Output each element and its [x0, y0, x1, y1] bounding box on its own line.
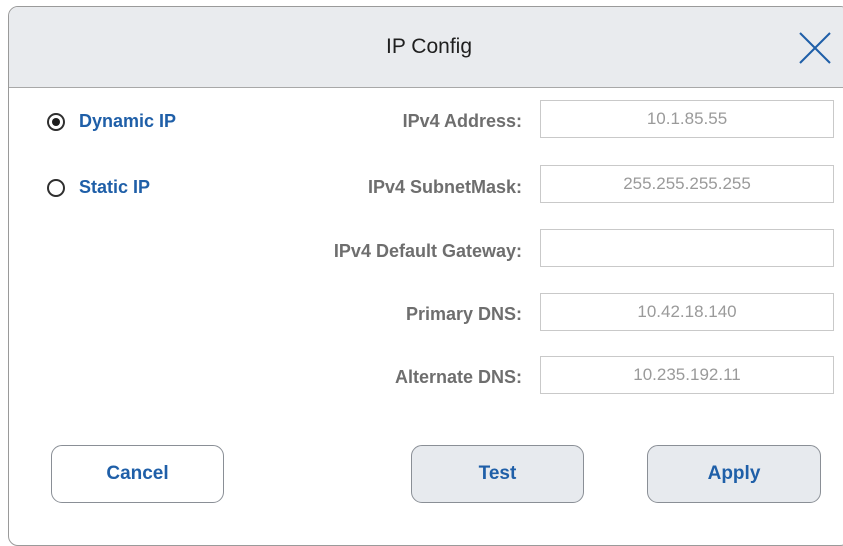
ipv4-subnetmask-field[interactable] — [540, 165, 834, 203]
alternate-dns-field[interactable] — [540, 356, 834, 394]
radio-static-ip[interactable]: Static IP — [47, 177, 150, 198]
primary-dns-label: Primary DNS: — [405, 304, 522, 324]
ipv4-default-gateway-label: IPv4 Default Gateway: — [333, 241, 522, 261]
primary-dns-field[interactable] — [540, 293, 834, 331]
close-icon[interactable] — [796, 29, 834, 67]
radio-unchecked-icon — [47, 178, 65, 197]
dialog-title: IP Config — [386, 35, 472, 58]
test-button[interactable]: Test — [411, 445, 584, 503]
radio-dynamic-ip-label: Dynamic IP — [79, 111, 177, 131]
radio-dynamic-ip[interactable]: Dynamic IP — [47, 111, 176, 132]
radio-static-ip-label: Static IP — [79, 177, 151, 197]
ipv4-subnetmask-label: IPv4 SubnetMask: — [367, 177, 522, 197]
ipv4-address-label: IPv4 Address: — [402, 111, 522, 131]
apply-button[interactable]: Apply — [647, 445, 821, 503]
ip-config-dialog: IP Config Dynamic IP Static IP IPv4 Addr… — [8, 6, 843, 546]
dialog-titlebar: IP Config — [9, 7, 843, 88]
ipv4-address-field[interactable] — [540, 100, 834, 138]
ipv4-default-gateway-field[interactable] — [540, 229, 834, 267]
cancel-button[interactable]: Cancel — [51, 445, 224, 503]
radio-checked-icon — [47, 112, 65, 131]
alternate-dns-label: Alternate DNS: — [394, 367, 522, 387]
